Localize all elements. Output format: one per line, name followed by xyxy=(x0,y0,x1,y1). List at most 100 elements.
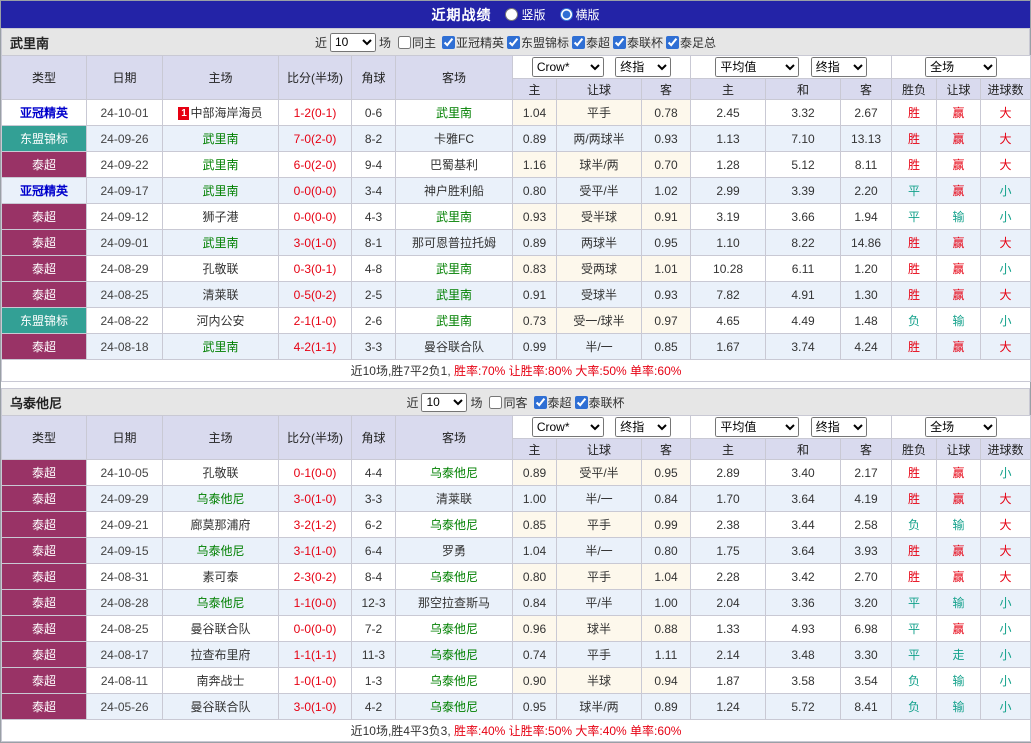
league-filter[interactable]: 泰超 xyxy=(533,394,572,411)
away-team-link[interactable]: 那空拉查斯马 xyxy=(418,596,490,610)
home-team-link[interactable]: 中部海岸海员 xyxy=(190,106,262,120)
same-venue-filter[interactable]: 同主 xyxy=(397,34,436,51)
away-team-link[interactable]: 神户胜利船 xyxy=(424,184,484,198)
horizontal-layout-radio[interactable] xyxy=(559,8,573,21)
home-team-link[interactable]: 乌泰他尼 xyxy=(196,596,244,610)
league-label: 泰联杯 xyxy=(588,395,625,410)
avg-home-cell: 1.75 xyxy=(690,537,767,564)
home-team-link[interactable]: 乌泰他尼 xyxy=(196,544,244,558)
home-team-link[interactable]: 孔敬联 xyxy=(202,466,238,480)
league-filter[interactable]: 东盟锦标 xyxy=(507,34,569,51)
summary-cell: 近10场,胜7平2负1, 胜率:70% 让胜率:80% 大率:50% 单率:60… xyxy=(0,359,1031,382)
avg-draw-cell: 3.36 xyxy=(765,589,842,616)
odds-away-cell: 0.97 xyxy=(640,307,692,334)
league-filter[interactable]: 泰联杯 xyxy=(574,394,625,411)
home-team-link[interactable]: 拉查布里府 xyxy=(190,648,250,662)
same-venue-checkbox[interactable] xyxy=(489,395,503,409)
away-team-link[interactable]: 乌泰他尼 xyxy=(430,622,478,636)
scope-select[interactable]: 全场 xyxy=(925,57,998,77)
league-checkbox[interactable] xyxy=(572,35,586,49)
league-filter[interactable]: 泰足总 xyxy=(666,34,716,51)
result-goals-cell: 小 xyxy=(980,203,1031,230)
odds-handicap-cell: 受一/球半 xyxy=(556,307,642,334)
away-team-link[interactable]: 曼谷联合队 xyxy=(424,340,484,354)
odds-away-cell: 1.04 xyxy=(640,563,692,590)
away-team-link[interactable]: 武里南 xyxy=(436,106,472,120)
score-cell: 3-2(1-2) xyxy=(278,511,352,538)
avg-home-cell: 10.28 xyxy=(690,255,767,282)
same-venue-filter[interactable]: 同客 xyxy=(489,394,528,411)
home-team-link[interactable]: 素可泰 xyxy=(202,570,238,584)
away-team-link[interactable]: 武里南 xyxy=(436,262,472,276)
odds-stage-select[interactable]: 终指 xyxy=(615,417,672,437)
col-date: 日期 xyxy=(86,415,163,460)
match-row: 泰超 24-09-22 武里南 6-0(2-0) 9-4 巴蜀基利 1.16 球半/两 0.70… xyxy=(1,151,1031,178)
league-checkbox[interactable] xyxy=(666,35,680,49)
avg-stage-select[interactable]: 终指 xyxy=(810,57,867,77)
away-team-link[interactable]: 乌泰他尼 xyxy=(430,648,478,662)
away-team-link[interactable]: 清莱联 xyxy=(436,492,472,506)
home-team-link[interactable]: 河内公安 xyxy=(196,314,244,328)
away-team-link[interactable]: 乌泰他尼 xyxy=(430,674,478,688)
vertical-layout-radio[interactable] xyxy=(505,8,519,21)
away-team-link[interactable]: 卡雅FC xyxy=(434,132,474,146)
odds-source-select[interactable]: Crow* xyxy=(531,417,604,437)
league-type-cell: 泰超 xyxy=(1,589,87,616)
page-title: 近期战绩 xyxy=(431,6,492,23)
same-venue-checkbox[interactable] xyxy=(397,35,411,49)
away-team-cell: 清莱联 xyxy=(395,485,513,512)
home-team-link[interactable]: 廊莫那浦府 xyxy=(190,518,250,532)
home-team-cell: 武里南 xyxy=(162,333,279,360)
league-checkbox[interactable] xyxy=(574,395,588,409)
home-team-link[interactable]: 武里南 xyxy=(202,158,238,172)
home-team-link[interactable]: 狮子港 xyxy=(202,210,238,224)
same-venue-label: 同主 xyxy=(411,35,436,50)
away-team-link[interactable]: 罗勇 xyxy=(442,544,466,558)
home-team-link[interactable]: 武里南 xyxy=(202,236,238,250)
odds-stage-select[interactable]: 终指 xyxy=(615,57,672,77)
away-team-link[interactable]: 乌泰他尼 xyxy=(430,466,478,480)
avg-home-cell: 2.45 xyxy=(690,99,767,126)
home-team-link[interactable]: 武里南 xyxy=(202,184,238,198)
recent-count-select[interactable]: 10 xyxy=(329,32,376,52)
league-checkbox[interactable] xyxy=(533,395,547,409)
odds-handicap-cell: 受半球 xyxy=(556,203,642,230)
league-filter[interactable]: 泰超 xyxy=(572,34,610,51)
home-team-link[interactable]: 曼谷联合队 xyxy=(190,700,250,714)
away-team-link[interactable]: 那可恩普拉托姆 xyxy=(412,236,496,250)
league-filter[interactable]: 亚冠精英 xyxy=(441,34,504,51)
avg-stage-select[interactable]: 终指 xyxy=(810,417,867,437)
away-team-link[interactable]: 武里南 xyxy=(436,288,472,302)
league-checkbox[interactable] xyxy=(507,35,520,49)
avg-draw-cell: 3.44 xyxy=(765,511,842,538)
away-team-link[interactable]: 乌泰他尼 xyxy=(430,570,478,584)
match-row: 泰超 24-09-12 狮子港 0-0(0-0) 4-3 武里南 0.93 受半球 0.91 3.… xyxy=(1,203,1031,230)
home-team-link[interactable]: 孔敬联 xyxy=(202,262,238,276)
subcol-result: 胜负 xyxy=(891,438,938,460)
league-checkbox[interactable] xyxy=(441,35,455,49)
recent-count-select[interactable]: 10 xyxy=(421,392,468,412)
home-team-link[interactable]: 武里南 xyxy=(202,132,238,146)
away-team-link[interactable]: 武里南 xyxy=(436,314,472,328)
odds-source-select[interactable]: Crow* xyxy=(531,57,604,77)
avg-home-cell: 2.38 xyxy=(690,511,767,538)
layout-option-vertical[interactable]: 竖版 xyxy=(505,6,546,23)
home-team-link[interactable]: 清莱联 xyxy=(202,288,238,302)
scope-select[interactable]: 全场 xyxy=(925,417,998,437)
home-team-link[interactable]: 乌泰他尼 xyxy=(196,492,244,506)
away-team-link[interactable]: 武里南 xyxy=(436,210,472,224)
result-outcome-cell: 胜 xyxy=(891,229,938,256)
layout-option-horizontal[interactable]: 横版 xyxy=(559,6,600,23)
avg-source-select[interactable]: 平均值 xyxy=(715,417,800,437)
home-team-link[interactable]: 曼谷联合队 xyxy=(190,622,250,636)
home-team-link[interactable]: 南奔战士 xyxy=(196,674,244,688)
away-team-link[interactable]: 乌泰他尼 xyxy=(430,518,478,532)
away-team-link[interactable]: 乌泰他尼 xyxy=(430,700,478,714)
avg-source-select[interactable]: 平均值 xyxy=(715,57,800,77)
home-team-link[interactable]: 武里南 xyxy=(202,340,238,354)
league-checkbox[interactable] xyxy=(613,35,627,49)
away-team-link[interactable]: 巴蜀基利 xyxy=(430,158,478,172)
league-filter[interactable]: 泰联杯 xyxy=(613,34,663,51)
league-type-cell: 东盟锦标 xyxy=(1,307,87,334)
league-type-cell: 泰超 xyxy=(1,641,87,668)
